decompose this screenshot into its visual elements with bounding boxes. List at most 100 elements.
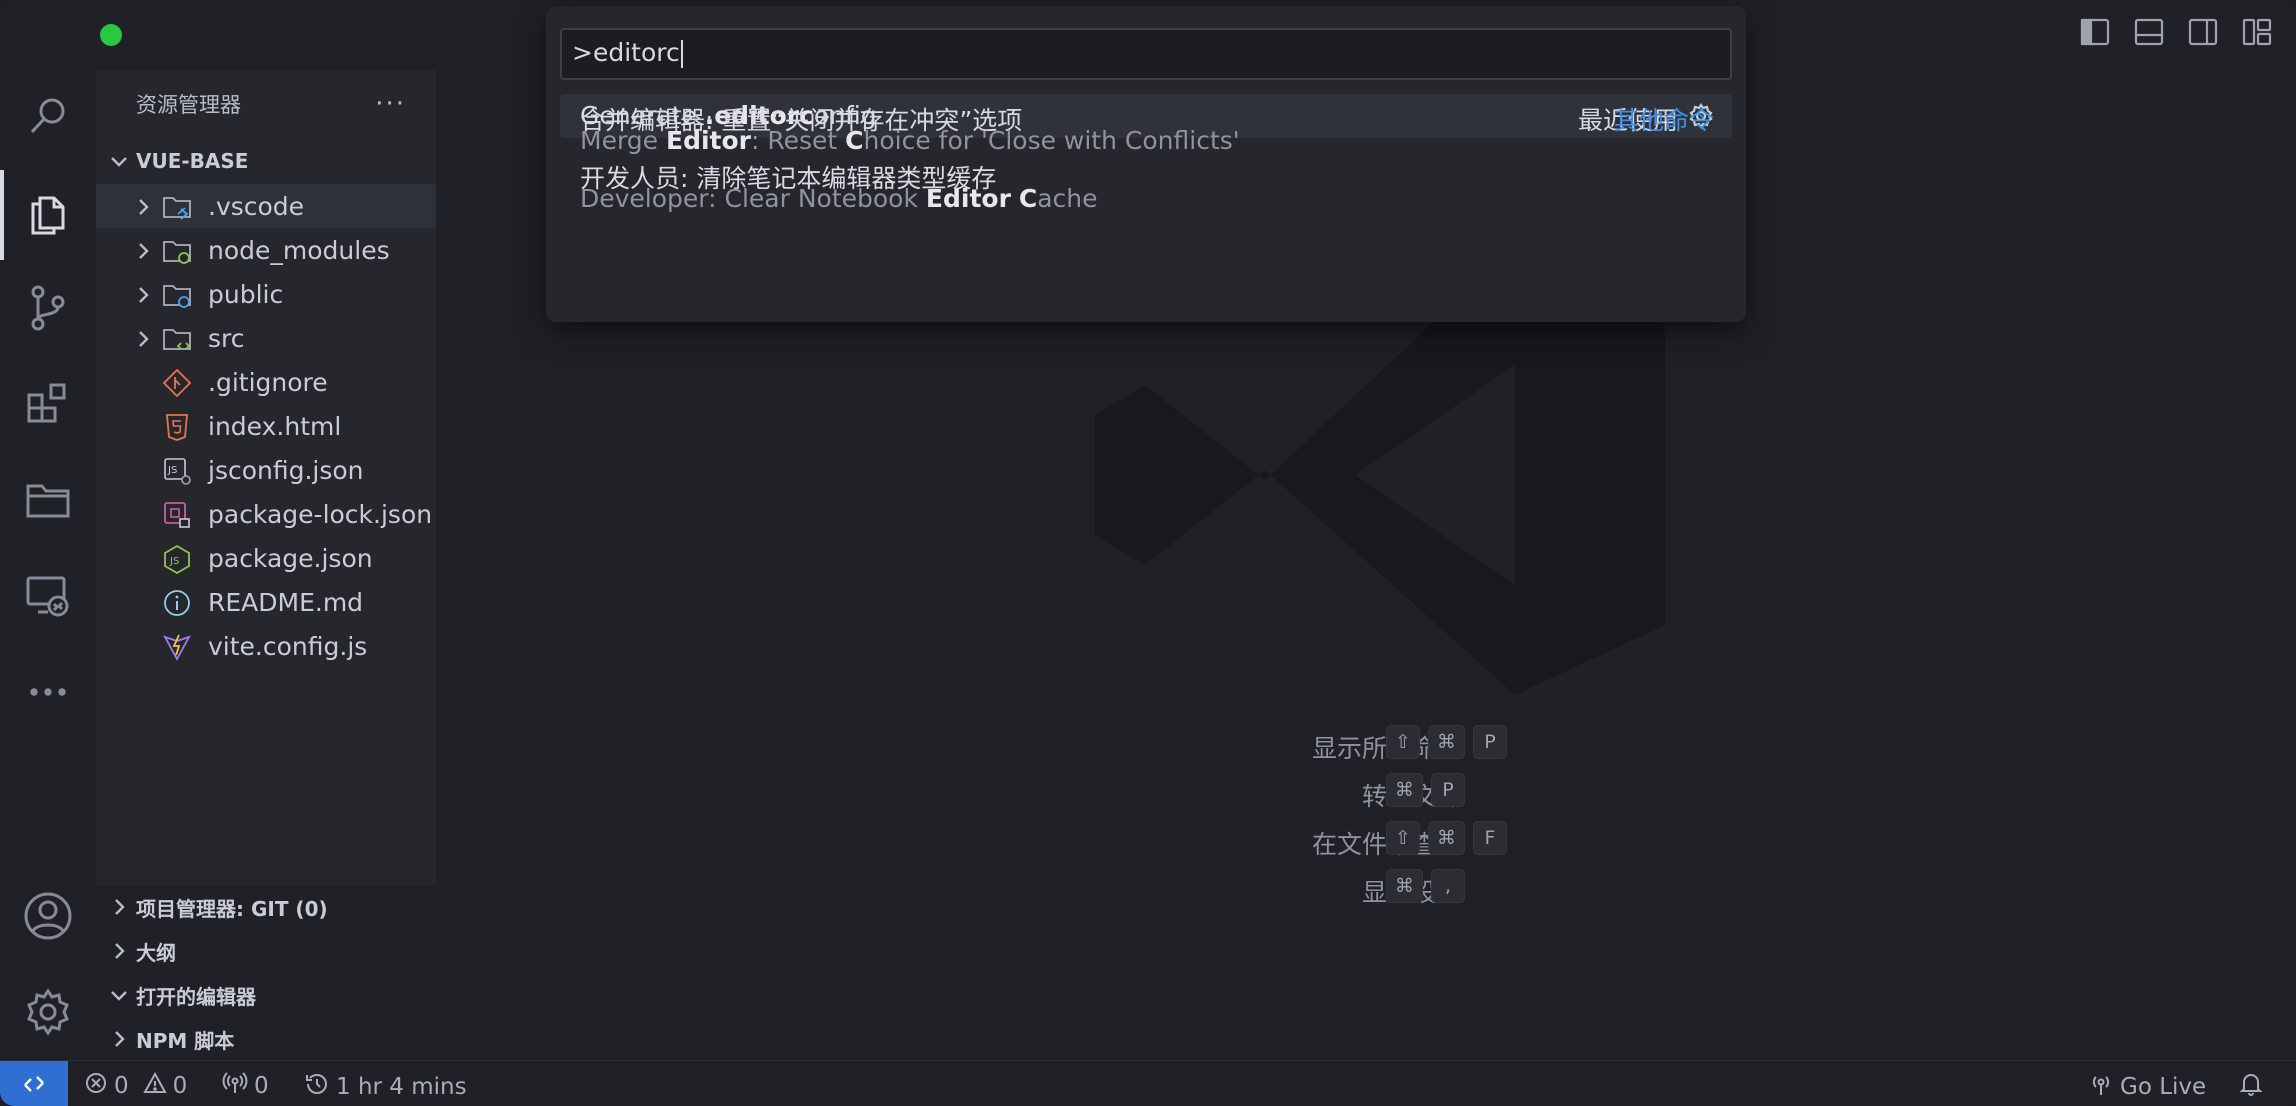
command-palette-input[interactable]: >editorc [560, 28, 1732, 80]
ports-count: 0 [254, 1073, 269, 1099]
tree-item-node-modules[interactable]: node_modules [96, 228, 436, 272]
keycap: , [1431, 869, 1465, 903]
tree-item-readme[interactable]: README.md [96, 580, 436, 624]
command-item-clear-notebook-cache[interactable]: 开发人员: 清除笔记本编辑器类型缓存 Developer: Clear Note… [560, 154, 1732, 214]
tree-item-label: jsconfig.json [208, 456, 364, 485]
extensions-icon[interactable] [20, 376, 76, 432]
remote-explorer-icon[interactable] [20, 568, 76, 624]
toggle-primary-sidebar-icon[interactable] [2080, 18, 2110, 50]
ports-status[interactable]: 0 [222, 1071, 269, 1101]
chevron-down-icon [108, 150, 130, 172]
tree-item-label: .vscode [208, 192, 305, 221]
chevron-right-icon [108, 940, 130, 962]
chevron-right-icon [132, 327, 154, 349]
keycap: ⌘ [1428, 821, 1465, 855]
more-views-icon[interactable] [20, 664, 76, 720]
shortcut-find-in-files: 在文件中查找 ⇧ ⌘ F [1100, 821, 1800, 861]
section-npm-scripts[interactable]: NPM 脚本 [96, 1020, 234, 1058]
settings-gear-icon[interactable] [20, 984, 76, 1040]
chevron-right-icon [108, 1028, 130, 1050]
section-outline[interactable]: 大纲 [96, 932, 176, 970]
keycap: ⌘ [1386, 869, 1423, 903]
svg-text:JS: JS [167, 465, 177, 476]
activity-bar [0, 0, 96, 1060]
tree-item-label: node_modules [208, 236, 390, 265]
keycap: P [1431, 773, 1465, 807]
command-detail-prefix: Developer: Clear Notebook [580, 184, 926, 213]
chevron-right-icon [132, 239, 154, 261]
shortcut-show-all-commands: 显示所有命令 ⇧ ⌘ P [1100, 725, 1800, 765]
explorer-header: 资源管理器 ··· [96, 70, 436, 138]
package-lock-icon [162, 500, 192, 530]
section-open-editors[interactable]: 打开的编辑器 [96, 976, 256, 1014]
keycap: ⇧ [1386, 821, 1420, 855]
toggle-secondary-sidebar-icon[interactable] [2188, 18, 2218, 50]
tree-item-public[interactable]: public [96, 272, 436, 316]
keycap: ⌘ [1428, 725, 1465, 759]
shortcut-go-to-file: 转到文件 ⌘ P [1100, 773, 1800, 813]
tree-item-package-lock[interactable]: package-lock.json [96, 492, 436, 536]
info-icon [162, 588, 192, 618]
time-tracker-value: 1 hr 4 mins [336, 1074, 467, 1100]
git-icon [162, 368, 192, 398]
command-detail-match: Editor [925, 184, 1011, 213]
explorer-icon[interactable] [20, 186, 76, 242]
tree-item-label: package-lock.json [208, 500, 433, 529]
command-palette: >editorc Generate .editorconfig 最近使用 合并编… [546, 6, 1746, 322]
tree-item-jsconfig[interactable]: JS jsconfig.json [96, 448, 436, 492]
vscode-window: 资源管理器 ··· VUE-BASE .vscode node_modules … [0, 0, 2296, 1106]
tree-item-src[interactable]: src [96, 316, 436, 360]
status-bar: 0 0 0 1 hr 4 mins Go Live [0, 1060, 2296, 1106]
tree-item-label: package.json [208, 544, 373, 573]
toggle-panel-icon[interactable] [2134, 18, 2164, 50]
more-actions-button[interactable]: ··· [375, 89, 406, 119]
project-root-label: VUE-BASE [136, 149, 249, 173]
tree-item-label: index.html [208, 412, 342, 441]
command-detail: Developer: Clear Notebook Editor Cache [580, 184, 1098, 213]
broadcast-icon [222, 1071, 248, 1101]
command-item-merge-editor-reset[interactable]: 合并编辑器: 重置“关闭并存在冲突”选项 其他命令 Merge Editor: … [560, 96, 1732, 156]
remote-indicator-button[interactable] [0, 1061, 68, 1106]
go-live-button[interactable]: Go Live [2088, 1071, 2206, 1103]
problems-status[interactable]: 0 0 [84, 1071, 187, 1101]
customize-layout-icon[interactable] [2242, 18, 2272, 50]
search-icon[interactable] [20, 88, 76, 144]
keycap: ⌘ [1386, 773, 1423, 807]
svg-text:JS: JS [169, 556, 179, 567]
tree-item-index-html[interactable]: index.html [96, 404, 436, 448]
source-control-icon[interactable] [20, 280, 76, 336]
chevron-right-icon [108, 896, 130, 918]
warning-icon [142, 1071, 167, 1101]
tree-item-vscode[interactable]: .vscode [96, 184, 436, 228]
tree-item-gitignore[interactable]: .gitignore [96, 360, 436, 404]
command-detail-suffix: hoice for 'Close with Conflicts' [863, 126, 1240, 155]
command-detail-prefix: Merge [580, 126, 666, 155]
command-detail: Merge Editor: Reset Choice for 'Close wi… [580, 126, 1240, 155]
tree-item-label: README.md [208, 588, 364, 617]
command-detail-match: C [1018, 184, 1038, 213]
warning-count: 0 [172, 1073, 188, 1099]
section-label: 打开的编辑器 [136, 984, 256, 1009]
error-count: 0 [114, 1073, 129, 1099]
history-icon [304, 1071, 330, 1103]
notifications-bell-icon[interactable] [2238, 1071, 2264, 1097]
project-root-header[interactable]: VUE-BASE [96, 142, 248, 180]
command-palette-input-value: >editorc [572, 38, 680, 67]
zoom-window-button[interactable] [100, 24, 122, 46]
tree-item-vite-config[interactable]: vite.config.js [96, 624, 436, 668]
keycap: F [1473, 821, 1507, 855]
section-label: 大纲 [136, 940, 176, 965]
command-detail-match: Editor [666, 126, 751, 155]
tree-item-label: public [208, 280, 284, 309]
vscode-folder-icon [162, 192, 192, 222]
tree-item-package-json[interactable]: JS package.json [96, 536, 436, 580]
tree-item-label: src [208, 324, 245, 353]
section-project-manager-git[interactable]: 项目管理器: GIT (0) [96, 888, 328, 926]
time-tracker-status[interactable]: 1 hr 4 mins [304, 1071, 467, 1103]
command-detail-suffix: ache [1037, 184, 1098, 213]
html5-icon [162, 412, 192, 442]
tree-item-label: vite.config.js [208, 632, 368, 661]
tree-item-label: .gitignore [208, 368, 328, 397]
project-manager-icon[interactable] [20, 472, 76, 528]
account-icon[interactable] [20, 888, 76, 944]
